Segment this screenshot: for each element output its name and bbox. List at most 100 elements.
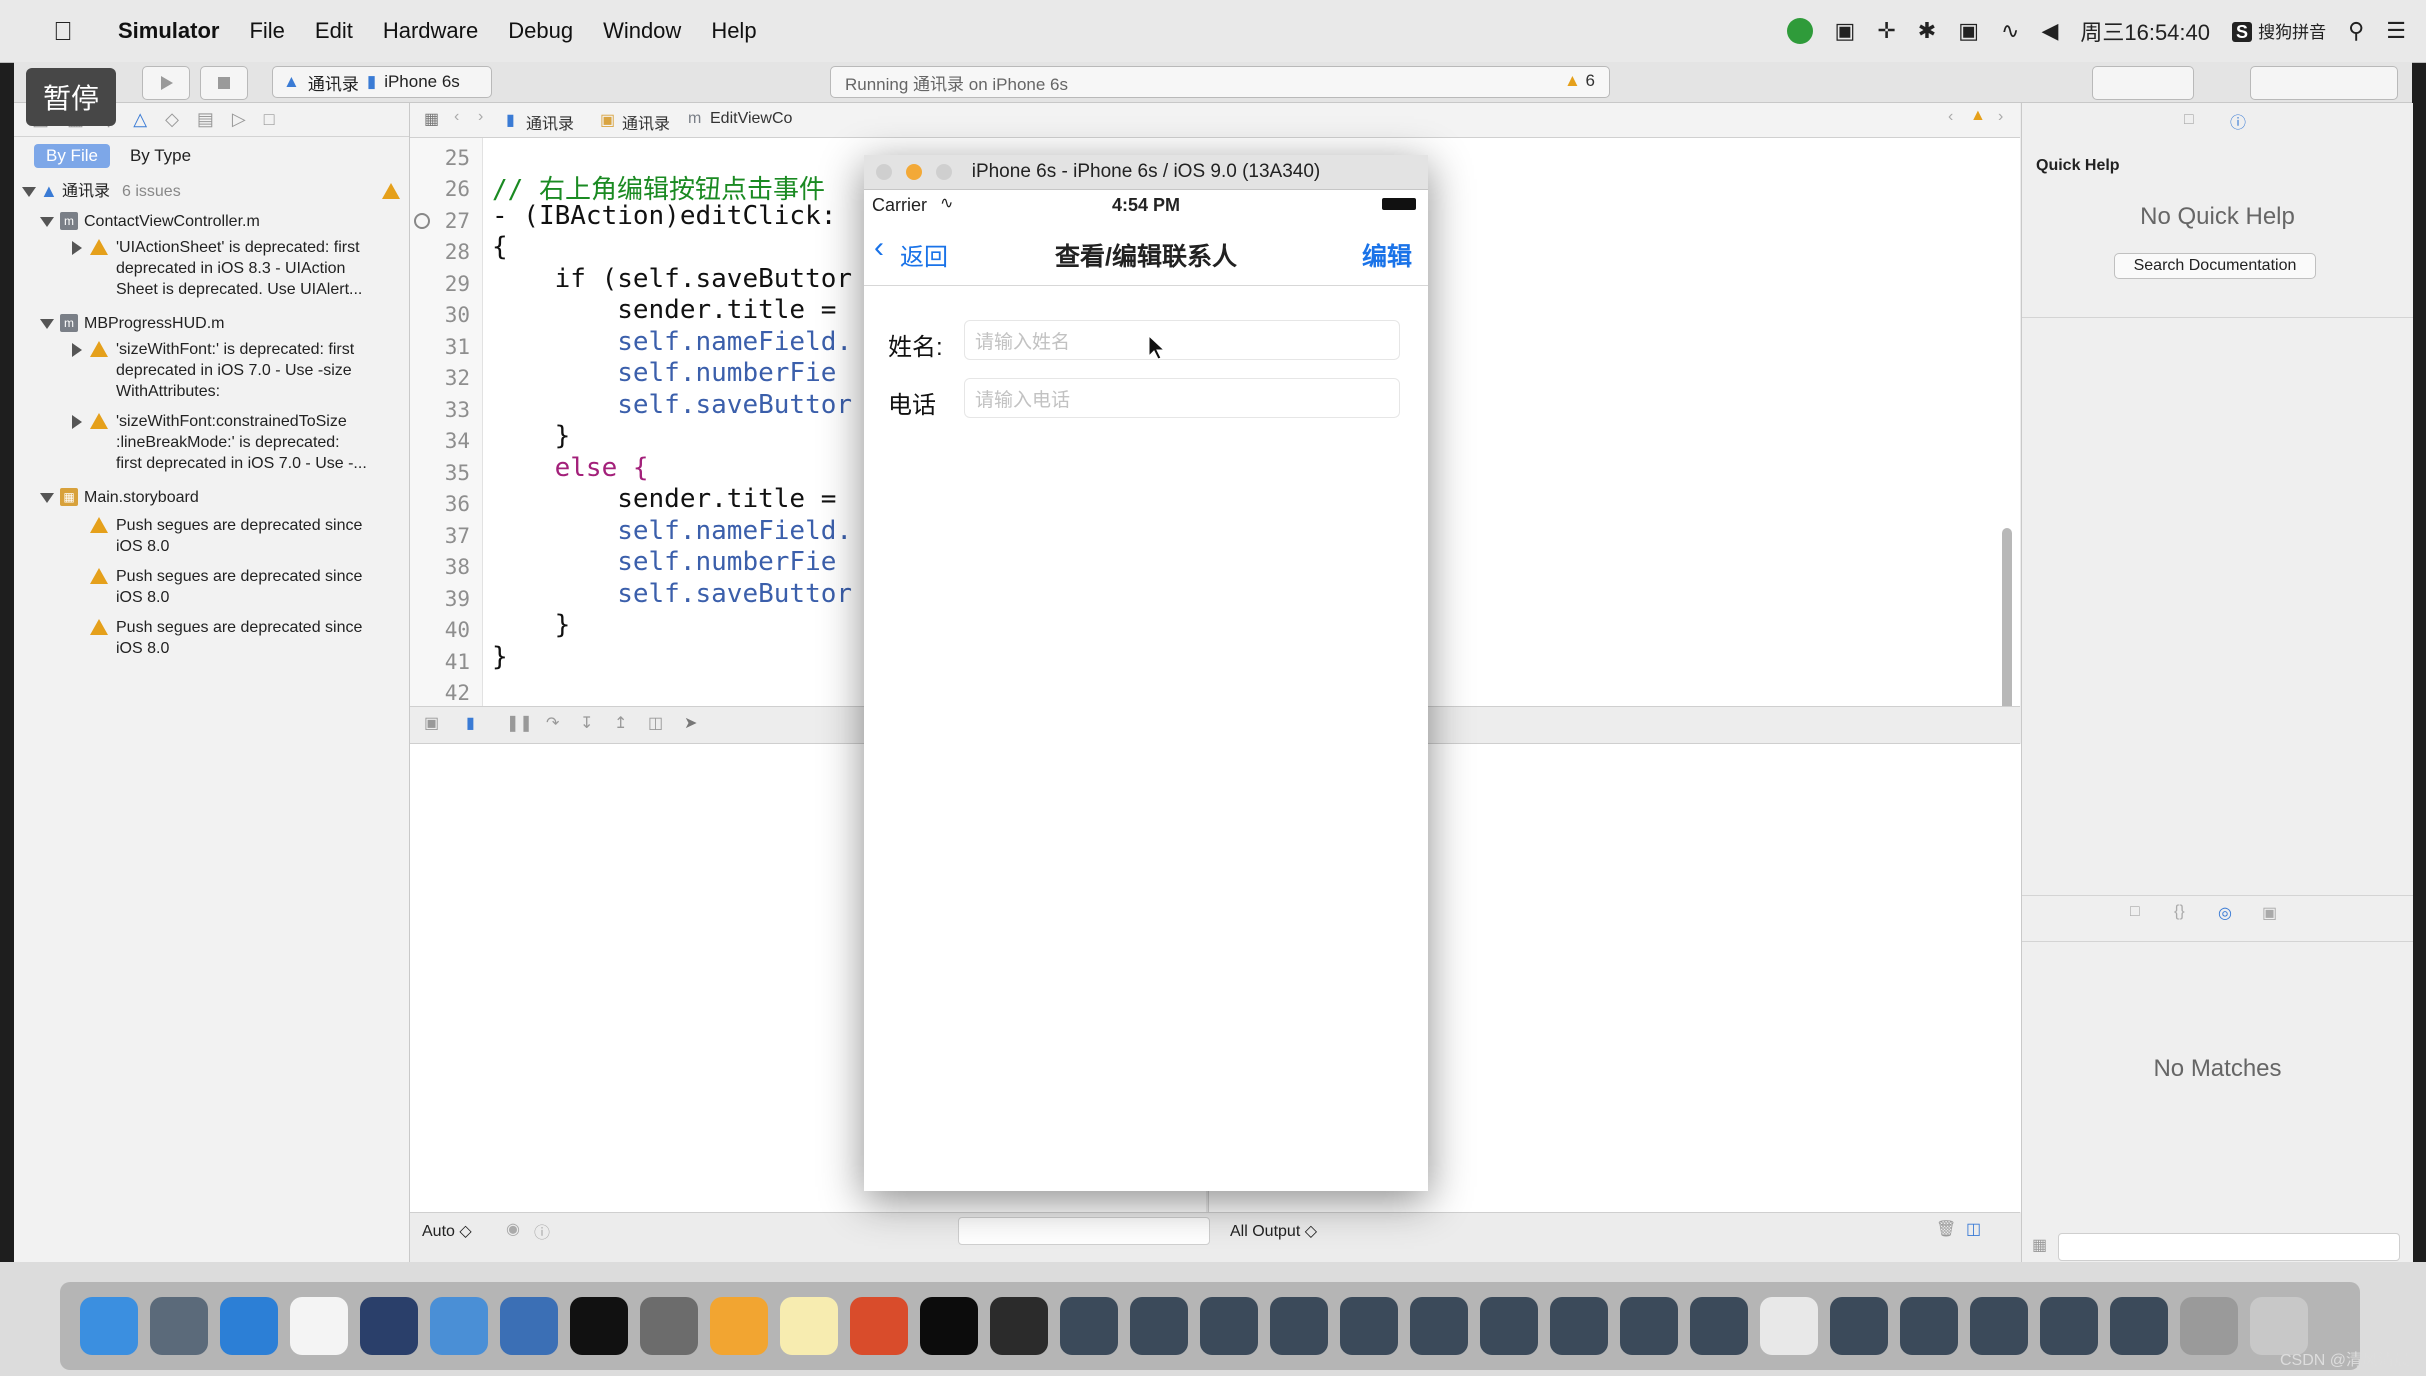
object-library-icon[interactable]: ◎ [2218,903,2232,923]
disclosure-triangle[interactable] [72,241,82,255]
grid-view-icon[interactable]: ▦ [2032,1235,2047,1255]
spotlight-icon[interactable]: ⚲ [2348,18,2364,44]
info-icon[interactable]: ⓘ [534,1219,550,1243]
code-snippet-icon[interactable]: {} [2174,903,2185,921]
pause-badge[interactable]: 暂停 [26,68,116,126]
window-thumbnail[interactable] [1690,1297,1748,1355]
issue-item[interactable]: 'sizeWithFont:constrainedToSize :lineBre… [14,411,409,477]
tab-by-type[interactable]: By Type [130,146,191,166]
file-template-icon[interactable]: □ [2130,903,2140,921]
hide-debug-icon[interactable]: ▣ [424,713,439,733]
ime-indicator[interactable]: S 搜狗拼音 [2232,18,2326,44]
breadcrumb-group[interactable]: 通讯录 [622,110,670,134]
forward-arrow-icon[interactable]: › [478,108,483,126]
disclosure-triangle[interactable] [72,343,82,357]
disclosure-triangle[interactable] [40,217,54,227]
airplane-icon[interactable]: ✛ [1877,18,1895,44]
file-row[interactable]: ▦ Main.storyboard [14,487,409,511]
project-row[interactable]: ▲ 通讯录 6 issues [14,181,409,205]
window-thumbnail[interactable] [1130,1297,1188,1355]
camera-icon[interactable]: ▣ [1835,18,1856,44]
disclosure-triangle[interactable] [72,415,82,429]
file-inspector-icon[interactable]: □ [2184,111,2194,129]
media-library-icon[interactable]: ▣ [2262,903,2277,923]
issue-item[interactable]: Push segues are deprecated since iOS 8.0 [14,617,409,663]
disclosure-triangle[interactable] [40,493,54,503]
file-row[interactable]: m ContactViewController.m [14,211,409,235]
breadcrumb-project[interactable]: 通讯录 [526,110,574,134]
menu-app[interactable]: Simulator [118,18,219,44]
editor-mode-buttons[interactable] [2092,66,2194,100]
apple-icon[interactable]:  [40,16,86,47]
launchpad-icon[interactable] [150,1297,208,1355]
zoom-button[interactable] [936,164,952,180]
xcode-icon[interactable] [430,1297,488,1355]
location-icon[interactable]: ➤ [684,713,697,733]
lock-icon[interactable]: ▣ [1958,18,1979,44]
pause-icon[interactable]: ❚❚ [506,713,533,733]
status-app-icon[interactable] [1786,18,1813,44]
breakpoint-icon[interactable]: ▷ [232,109,246,130]
step-out-icon[interactable]: ↥ [614,713,627,733]
disclosure-triangle[interactable] [22,187,36,197]
window-thumbnail[interactable] [1900,1297,1958,1355]
window-thumbnail[interactable] [1200,1297,1258,1355]
system-preferences-icon[interactable] [640,1297,698,1355]
view-debugger-icon[interactable]: ◫ [648,713,663,733]
disclosure-triangle[interactable] [40,319,54,329]
debug-icon[interactable]: ▤ [197,109,214,130]
search-documentation-button[interactable]: Search Documentation [2114,253,2316,279]
notes-icon[interactable] [780,1297,838,1355]
step-in-icon[interactable]: ↧ [580,713,593,733]
next-issue-icon[interactable]: › [1998,108,2003,126]
volume-icon[interactable]: ◀ [2041,18,2058,44]
menu-edit[interactable]: Edit [315,18,353,44]
powerpoint-icon[interactable] [850,1297,908,1355]
split-view-icon[interactable]: ◫ [1966,1219,1981,1239]
issue-item[interactable]: 'sizeWithFont:' is deprecated: first dep… [14,339,409,405]
terminal-icon[interactable] [570,1297,628,1355]
finder-icon[interactable] [80,1297,138,1355]
notification-center-icon[interactable]: ☰ [2386,18,2406,44]
stop-button[interactable] [200,66,248,100]
back-arrow-icon[interactable]: ‹ [454,108,459,126]
step-over-icon[interactable]: ↷ [546,713,559,733]
window-thumbnail[interactable] [1270,1297,1328,1355]
trash-icon[interactable]: 🗑 [1936,1219,1956,1239]
name-field[interactable]: 请输入姓名 [964,320,1400,360]
scheme-selector[interactable]: ▲ 通讯录 ▮ iPhone 6s [272,66,492,98]
variables-filter-field[interactable] [958,1217,1210,1245]
warning-icon[interactable]: ▲ [1970,107,1986,125]
window-thumbnail[interactable] [1480,1297,1538,1355]
connection-outlet-icon[interactable] [414,213,430,229]
safari-icon[interactable] [220,1297,278,1355]
file-row[interactable]: m MBProgressHUD.m [14,313,409,337]
window-thumbnail[interactable] [1760,1297,1818,1355]
test-icon[interactable]: ◇ [165,109,179,130]
menu-window[interactable]: Window [603,18,681,44]
menu-help[interactable]: Help [711,18,756,44]
menu-debug[interactable]: Debug [508,18,573,44]
run-button[interactable] [142,66,190,100]
bluetooth-icon[interactable]: ✱ [1918,18,1936,44]
tab-by-file[interactable]: By File [34,144,110,168]
auto-variables-select[interactable]: Auto ◇ [422,1221,472,1241]
window-thumbnail[interactable] [1060,1297,1118,1355]
prev-issue-icon[interactable]: ‹ [1948,108,1953,126]
breakpoints-toggle-icon[interactable]: ▮ [466,713,475,733]
phone-field[interactable]: 请输入电话 [964,378,1400,418]
sketch-icon[interactable] [710,1297,768,1355]
quicktime-icon[interactable] [990,1297,1048,1355]
edit-button[interactable]: 编辑 [1362,237,1412,273]
window-thumbnail[interactable] [1830,1297,1888,1355]
eye-icon[interactable]: ◉ [506,1219,520,1239]
wifi-icon[interactable]: ∿ [2001,18,2019,44]
window-thumbnail[interactable] [1550,1297,1608,1355]
issue-item[interactable]: 'UIActionSheet' is deprecated: first dep… [14,237,409,303]
downloads-stack-icon[interactable] [2180,1297,2238,1355]
window-thumbnail[interactable] [1410,1297,1468,1355]
issue-item[interactable]: Push segues are deprecated since iOS 8.0 [14,515,409,561]
related-items-icon[interactable]: ▦ [424,109,439,129]
report-icon[interactable]: □ [264,109,275,130]
menubar-clock[interactable]: 周三16:54:40 [2080,15,2210,47]
